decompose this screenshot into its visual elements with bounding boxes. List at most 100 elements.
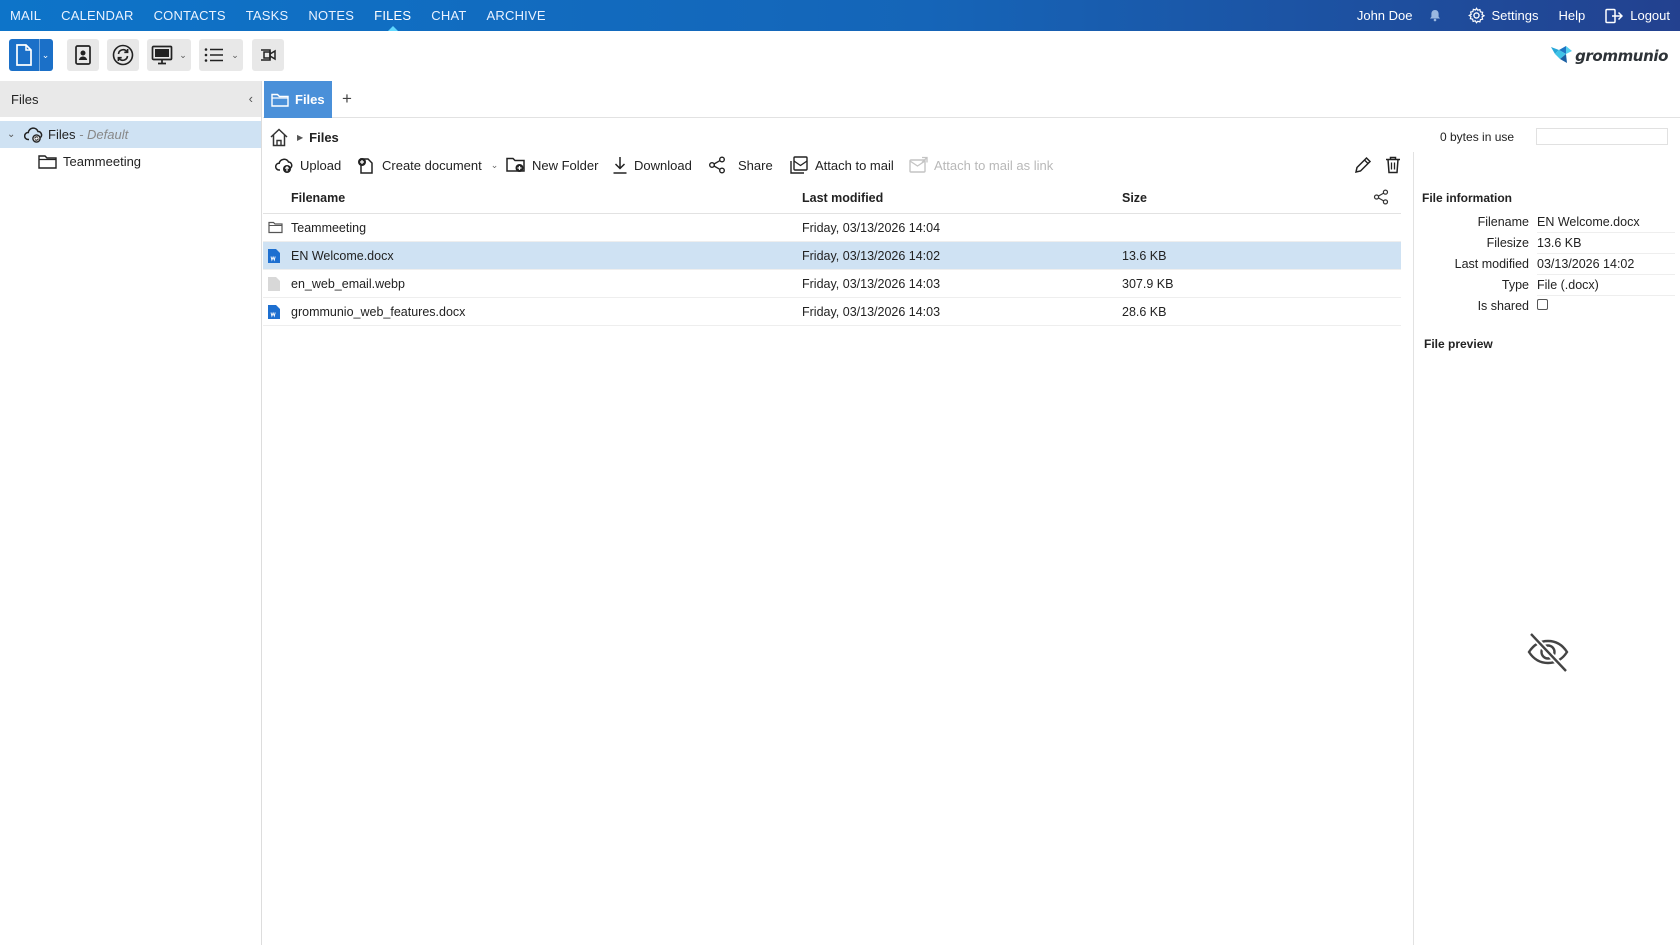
file-preview-title: File preview (1424, 337, 1493, 351)
tree-item-label: Files - Default (48, 127, 128, 142)
home-icon[interactable] (269, 127, 289, 147)
attach-mail-icon (790, 156, 808, 174)
new-folder-label: New Folder (532, 157, 599, 173)
storage-usage-text: 0 bytes in use (1440, 130, 1515, 144)
nav-tasks[interactable]: TASKS (236, 0, 299, 31)
grommunio-logo-icon (1551, 46, 1573, 63)
display-button[interactable]: ⌄ (147, 39, 191, 71)
main-toolbar: ⌄ ⌄ ⌄ grommunio (0, 31, 1680, 81)
nav-files[interactable]: FILES (364, 0, 421, 31)
sync-button[interactable] (107, 39, 139, 71)
settings-link[interactable]: Settings (1467, 7, 1539, 24)
last-modified-value: 03/13/2026 14:02 (1537, 256, 1675, 275)
file-size: 13.6 KB (1122, 249, 1167, 263)
generic-file-icon (268, 277, 280, 294)
user-menu: John Doe Settings Help Logout (1337, 0, 1670, 31)
file-information-title: File information (1422, 191, 1512, 205)
chevron-down-icon[interactable]: ⌄ (491, 160, 499, 171)
column-last-modified[interactable]: Last modified (802, 191, 883, 205)
grommunio-logo: grommunio (1549, 41, 1668, 71)
table-row[interactable]: en_web_email.webp Friday, 03/13/2026 14:… (263, 270, 1401, 298)
add-tab-button[interactable]: + (337, 87, 357, 111)
breadcrumb-current[interactable]: Files (309, 130, 339, 145)
chevron-down-icon[interactable]: ⌄ (39, 39, 51, 71)
tab-files[interactable]: Files (264, 81, 332, 118)
view-mode-button[interactable]: ⌄ (199, 39, 243, 71)
chevron-down-icon[interactable]: ⌄ (177, 39, 189, 71)
address-book-button[interactable] (67, 39, 99, 71)
upload-button[interactable]: Upload (275, 152, 341, 178)
type-value: File (.docx) (1537, 277, 1675, 296)
expand-arrow-icon[interactable]: ⌄ (7, 129, 15, 140)
default-tag: - Default (79, 127, 129, 142)
chevron-down-icon[interactable]: ⌄ (229, 39, 241, 71)
file-name: Teammeeting (291, 221, 367, 235)
nav-mail[interactable]: MAIL (0, 0, 51, 31)
file-modified: Friday, 03/13/2026 14:02 (802, 249, 941, 263)
new-file-icon (9, 39, 39, 71)
attach-link-icon (909, 156, 928, 173)
nav-chat[interactable]: CHAT (421, 0, 476, 31)
nav-archive[interactable]: ARCHIVE (477, 0, 556, 31)
video-call-icon (252, 39, 284, 71)
help-link[interactable]: Help (1558, 8, 1585, 23)
trash-icon (1386, 156, 1400, 174)
filesize-value: 13.6 KB (1537, 235, 1675, 254)
create-document-label: Create document (382, 157, 482, 173)
column-filename[interactable]: Filename (291, 191, 345, 205)
create-document-button[interactable]: Create document ⌄ (357, 152, 498, 178)
new-folder-button[interactable]: New Folder (506, 152, 598, 178)
file-name: grommunio_web_features.docx (291, 305, 466, 319)
nav-notes[interactable]: NOTES (298, 0, 364, 31)
breadcrumb: ▶ Files (263, 123, 339, 151)
share-column-icon[interactable] (1373, 189, 1389, 208)
share-button[interactable]: Share (708, 152, 773, 178)
folder-name: Files (48, 127, 76, 142)
download-icon (613, 157, 627, 174)
new-file-button[interactable]: ⌄ (9, 39, 53, 71)
brand-name: grommunio (1575, 47, 1668, 65)
file-size: 28.6 KB (1122, 305, 1167, 319)
logout-label: Logout (1630, 8, 1670, 23)
create-document-icon (358, 157, 373, 174)
file-grid-header: Filename Last modified Size (263, 182, 1401, 214)
table-row[interactable]: EN Welcome.docx Friday, 03/13/2026 14:02… (263, 242, 1401, 270)
cloud-upload-icon (275, 158, 293, 173)
download-label: Download (634, 157, 692, 173)
tree-item-files[interactable]: ⌄ Files - Default (0, 121, 261, 148)
download-button[interactable]: Download (612, 152, 692, 178)
column-size[interactable]: Size (1122, 191, 1147, 205)
share-icon (709, 156, 725, 174)
file-actions-toolbar: Upload Create document ⌄ New Folder Down… (263, 152, 1410, 178)
folder-icon (271, 93, 289, 107)
logout-link[interactable]: Logout (1605, 8, 1670, 24)
notifications-bell-icon[interactable] (1429, 9, 1448, 22)
nav-calendar[interactable]: CALENDAR (51, 0, 143, 31)
tree-item-teammeeting[interactable]: Teammeeting (0, 148, 261, 175)
attach-as-link-label: Attach to mail as link (934, 157, 1054, 173)
table-row[interactable]: Teammeeting Friday, 03/13/2026 14:04 (263, 214, 1401, 242)
word-document-icon (268, 249, 280, 266)
delete-button[interactable] (1385, 152, 1401, 178)
top-navigation-bar: MAIL CALENDAR CONTACTS TASKS NOTES FILES… (0, 0, 1680, 31)
attach-to-mail-button[interactable]: Attach to mail (790, 152, 894, 178)
user-name[interactable]: John Doe (1357, 8, 1413, 23)
file-details-panel: File information Filename EN Welcome.doc… (1413, 152, 1680, 945)
logout-icon (1605, 8, 1624, 23)
collapse-panel-icon[interactable]: ‹ (249, 91, 253, 106)
is-shared-checkbox[interactable] (1537, 299, 1548, 310)
attach-to-mail-label: Attach to mail (815, 157, 894, 173)
video-meeting-button[interactable] (252, 39, 284, 71)
rename-button[interactable] (1354, 152, 1372, 178)
nav-contacts[interactable]: CONTACTS (144, 0, 236, 31)
file-modified: Friday, 03/13/2026 14:04 (802, 221, 941, 235)
attach-as-link-button[interactable]: Attach to mail as link (909, 152, 1053, 178)
app-switcher: MAIL CALENDAR CONTACTS TASKS NOTES FILES… (0, 0, 556, 31)
upload-label: Upload (300, 157, 342, 173)
storage-usage-bar (1536, 128, 1668, 145)
breadcrumb-separator-icon: ▶ (297, 132, 304, 142)
folder-icon (38, 154, 57, 169)
table-row[interactable]: grommunio_web_features.docx Friday, 03/1… (263, 298, 1401, 326)
settings-label: Settings (1491, 8, 1539, 23)
file-name: en_web_email.webp (291, 277, 405, 291)
